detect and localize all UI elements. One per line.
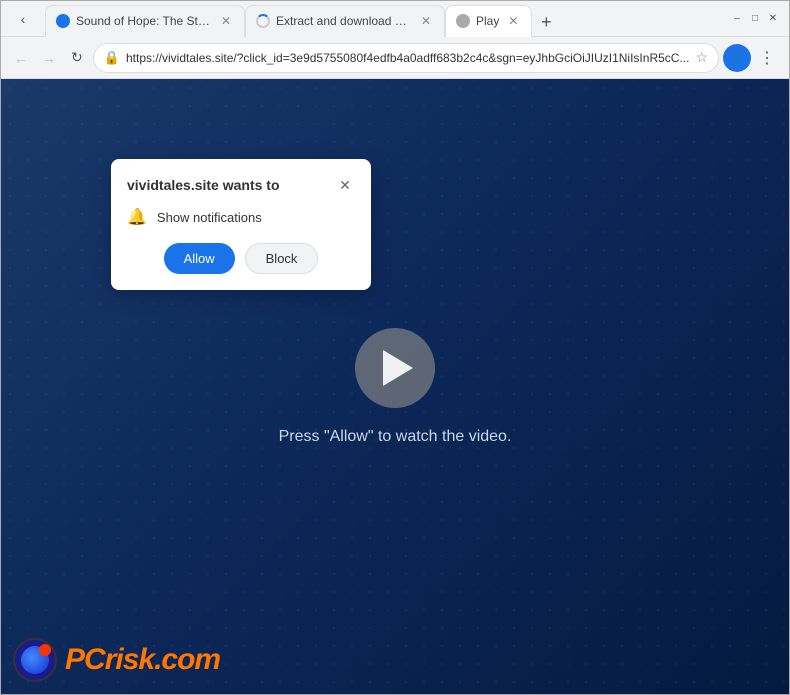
notification-popup: vividtales.site wants to ✕ 🔔 Show notifi… (111, 159, 371, 290)
security-icon: 🔒 (104, 50, 120, 66)
block-button[interactable]: Block (245, 243, 319, 274)
menu-button[interactable]: ⋮ (753, 44, 781, 72)
close-window-button[interactable]: ✕ (765, 11, 781, 27)
tab-1-favicon (56, 14, 70, 28)
bell-icon: 🔔 (127, 207, 147, 227)
pcrisk-orange-text: risk.com (105, 643, 220, 676)
tab-2-title: Extract and download audio... (276, 14, 412, 28)
title-bar: ‹ Sound of Hope: The Story of... ✕ Extra… (1, 1, 789, 37)
new-tab-button[interactable]: + (532, 9, 560, 37)
pcrisk-gray-text: PC (65, 643, 105, 676)
pcrisk-logo-icon (13, 638, 57, 682)
tab-3[interactable]: Play ✕ (445, 5, 532, 37)
pcrisk-dot (39, 644, 51, 656)
bookmark-icon[interactable]: ☆ (695, 49, 708, 66)
tab-2-close[interactable]: ✕ (418, 13, 434, 29)
refresh-button[interactable]: ↻ (65, 44, 89, 72)
minimize-button[interactable]: – (729, 11, 745, 27)
tab-2[interactable]: Extract and download audio... ✕ (245, 5, 445, 37)
play-triangle-icon (383, 350, 413, 386)
popup-close-button[interactable]: ✕ (335, 175, 355, 195)
back-button[interactable]: ‹ (9, 5, 37, 33)
tab-1-close[interactable]: ✕ (218, 13, 234, 29)
forward-nav-button[interactable]: → (37, 44, 61, 72)
profile-button[interactable]: 👤 (723, 44, 751, 72)
tab-1-title: Sound of Hope: The Story of... (76, 14, 212, 28)
popup-header: vividtales.site wants to ✕ (127, 175, 355, 195)
pcrisk-text: PCrisk.com (65, 643, 220, 677)
popup-description: Show notifications (157, 210, 262, 225)
window-controls: ‹ (9, 5, 37, 33)
tab-3-close[interactable]: ✕ (505, 13, 521, 29)
play-button[interactable] (355, 328, 435, 408)
tabs-bar: Sound of Hope: The Story of... ✕ Extract… (45, 1, 725, 37)
back-nav-button[interactable]: ← (9, 44, 33, 72)
nav-right-controls: 👤 ⋮ (723, 44, 781, 72)
allow-button[interactable]: Allow (164, 243, 235, 274)
tab-2-favicon (256, 14, 270, 28)
browser-window: ‹ Sound of Hope: The Story of... ✕ Extra… (0, 0, 790, 695)
address-bar[interactable]: 🔒 https://vividtales.site/?click_id=3e9d… (93, 43, 719, 73)
popup-title: vividtales.site wants to (127, 177, 280, 193)
press-allow-text: Press "Allow" to watch the video. (279, 428, 512, 446)
pcrisk-watermark: PCrisk.com (13, 638, 220, 682)
tab-3-title: Play (476, 14, 499, 28)
popup-row: 🔔 Show notifications (127, 207, 355, 227)
page-content: Press "Allow" to watch the video. PCrisk… (1, 79, 789, 694)
nav-bar: ← → ↻ 🔒 https://vividtales.site/?click_i… (1, 37, 789, 79)
popup-buttons: Allow Block (127, 243, 355, 274)
maximize-button[interactable]: □ (747, 11, 763, 27)
tab-1[interactable]: Sound of Hope: The Story of... ✕ (45, 5, 245, 37)
tab-3-favicon (456, 14, 470, 28)
url-text: https://vividtales.site/?click_id=3e9d57… (126, 51, 689, 65)
